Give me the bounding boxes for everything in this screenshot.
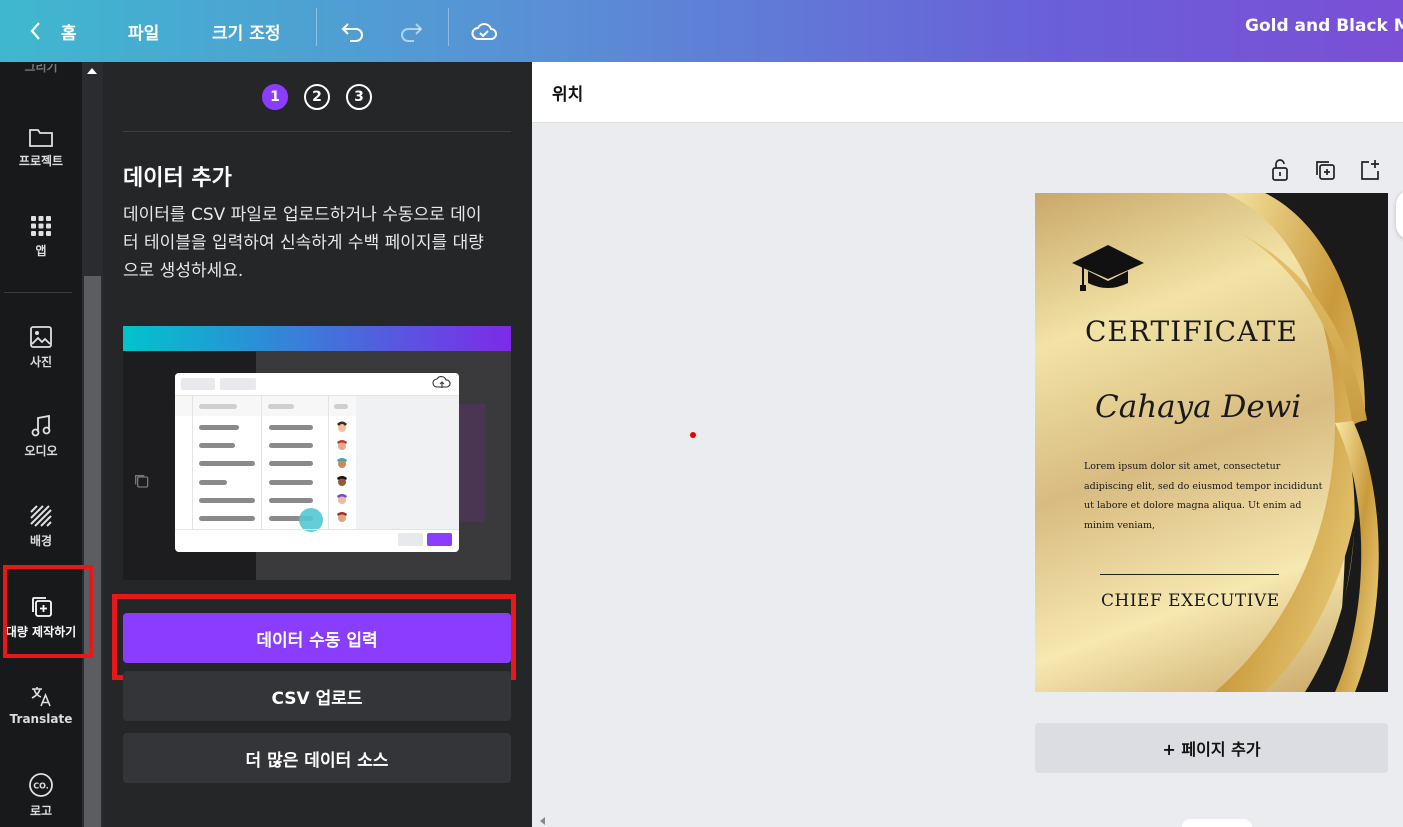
certificate-signature-title[interactable]: CHIEF EXECUTIVE bbox=[1101, 591, 1280, 611]
add-page-button[interactable]: + 페이지 추가 bbox=[1035, 723, 1388, 773]
certificate-title[interactable]: CERTIFICATE bbox=[1085, 315, 1298, 348]
home-button[interactable]: 홈 bbox=[61, 0, 77, 62]
rail-item-label: 프로젝트 bbox=[18, 154, 64, 168]
rail-item-label: 배경 bbox=[29, 534, 53, 548]
rail-scrollbar[interactable] bbox=[82, 62, 103, 827]
save-status-button[interactable] bbox=[470, 0, 498, 62]
lock-icon bbox=[1272, 159, 1288, 181]
apps-grid-icon bbox=[31, 216, 51, 236]
rail-item-label: 사진 bbox=[29, 355, 53, 369]
lock-page-button[interactable] bbox=[1270, 158, 1290, 184]
rail-item-photos[interactable]: 사진 bbox=[0, 325, 82, 370]
rail-item-label: 로고 bbox=[29, 804, 53, 818]
highlight-box-button bbox=[112, 594, 516, 680]
zoom-pill[interactable] bbox=[1182, 819, 1252, 827]
svg-text:CO.: CO. bbox=[33, 782, 49, 791]
rail-item-label: 앱 bbox=[35, 244, 47, 258]
logo-co-icon: CO. bbox=[29, 773, 53, 797]
csv-upload-button[interactable]: CSV 업로드 bbox=[123, 671, 511, 721]
folder-icon bbox=[29, 129, 53, 147]
undo-button[interactable] bbox=[340, 0, 366, 62]
image-icon bbox=[30, 326, 52, 348]
rail-divider bbox=[4, 292, 72, 293]
canvas-toolbar: 위치 bbox=[532, 62, 1403, 123]
panel-description: 데이터를 CSV 파일로 업로드하거나 수동으로 데이터 테이블을 입력하여 신… bbox=[123, 205, 484, 281]
rail-item-label: 그리기 bbox=[24, 64, 58, 74]
translate-icon bbox=[31, 687, 51, 707]
certificate-page[interactable]: CERTIFICATE Cahaya Dewi Lorem ipsum dolo… bbox=[1035, 193, 1388, 692]
bulk-create-panel: 1 2 3 데이터 추가 데이터를 CSV 파일로 업로드하거나 수동으로 데이… bbox=[103, 62, 532, 827]
rail-item-label: 오디오 bbox=[24, 444, 58, 458]
background-hatch-icon bbox=[30, 505, 52, 527]
pointer-dot bbox=[690, 432, 696, 438]
music-note-icon bbox=[31, 414, 51, 437]
scroll-left-arrow-icon[interactable] bbox=[540, 817, 545, 825]
highlight-box-rail bbox=[3, 565, 93, 658]
chevron-left-icon bbox=[30, 22, 40, 40]
bulk-create-icon bbox=[135, 475, 149, 488]
rail-item-draw[interactable]: 그리기 bbox=[0, 64, 82, 78]
back-button[interactable] bbox=[28, 0, 42, 62]
file-menu[interactable]: 파일 bbox=[128, 0, 159, 62]
step-3[interactable]: 3 bbox=[346, 84, 372, 110]
add-page-icon bbox=[1361, 160, 1379, 180]
scroll-up-arrow-icon[interactable] bbox=[87, 68, 97, 74]
panel-title: 데이터 추가 bbox=[123, 166, 232, 191]
table-mock-svg bbox=[175, 373, 459, 546]
signature-line bbox=[1100, 574, 1279, 575]
certificate-body-text[interactable]: Lorem ipsum dolor sit amet, consectetur … bbox=[1084, 457, 1324, 535]
document-title[interactable]: Gold and Black Mo bbox=[1245, 0, 1403, 52]
data-table-illustration bbox=[123, 326, 511, 580]
step-1[interactable]: 1 bbox=[262, 84, 288, 110]
toolbar-divider bbox=[316, 8, 317, 46]
step-2[interactable]: 2 bbox=[304, 84, 330, 110]
top-bar: 홈 파일 크기 조정 Gold and Black Mo bbox=[0, 0, 1403, 62]
graduation-cap-icon bbox=[1072, 245, 1144, 291]
more-data-sources-button[interactable]: 더 많은 데이터 소스 bbox=[123, 733, 511, 783]
undo-icon bbox=[341, 23, 363, 42]
redo-icon bbox=[401, 23, 423, 42]
canvas-horizontal-scrollbar[interactable] bbox=[532, 812, 1403, 827]
rail-item-logo[interactable]: CO. 로고 bbox=[0, 772, 82, 819]
duplicate-page-icon bbox=[1316, 161, 1335, 180]
panel-divider bbox=[123, 131, 511, 132]
rail-item-label: Translate bbox=[9, 712, 73, 726]
rail-item-projects[interactable]: 프로젝트 bbox=[0, 126, 82, 169]
certificate-recipient-name[interactable]: Cahaya Dewi bbox=[1095, 389, 1301, 425]
side-toggle-button[interactable] bbox=[1396, 190, 1403, 240]
illustration-header-bar bbox=[123, 326, 511, 351]
rail-item-apps[interactable]: 앱 bbox=[0, 214, 82, 259]
redo-button[interactable] bbox=[398, 0, 424, 62]
toolbar-divider bbox=[448, 8, 449, 46]
add-page-icon-button[interactable] bbox=[1359, 158, 1381, 184]
cloud-check-icon bbox=[471, 23, 497, 40]
rail-item-background[interactable]: 배경 bbox=[0, 504, 82, 549]
left-rail: 그리기 프로젝트 앱 사진 오디오 배경 대량 제작하기 Translate C… bbox=[0, 62, 82, 827]
resize-menu[interactable]: 크기 조정 bbox=[212, 0, 280, 62]
rail-scroll-thumb[interactable] bbox=[84, 276, 101, 827]
rail-item-audio[interactable]: 오디오 bbox=[0, 414, 82, 459]
duplicate-page-button[interactable] bbox=[1314, 158, 1336, 184]
rail-item-translate[interactable]: Translate bbox=[0, 684, 82, 726]
illustration-table-window bbox=[175, 373, 459, 552]
certificate-decoration bbox=[1072, 193, 1388, 692]
position-button[interactable]: 위치 bbox=[552, 80, 583, 105]
step-indicator: 1 2 3 bbox=[262, 84, 372, 110]
